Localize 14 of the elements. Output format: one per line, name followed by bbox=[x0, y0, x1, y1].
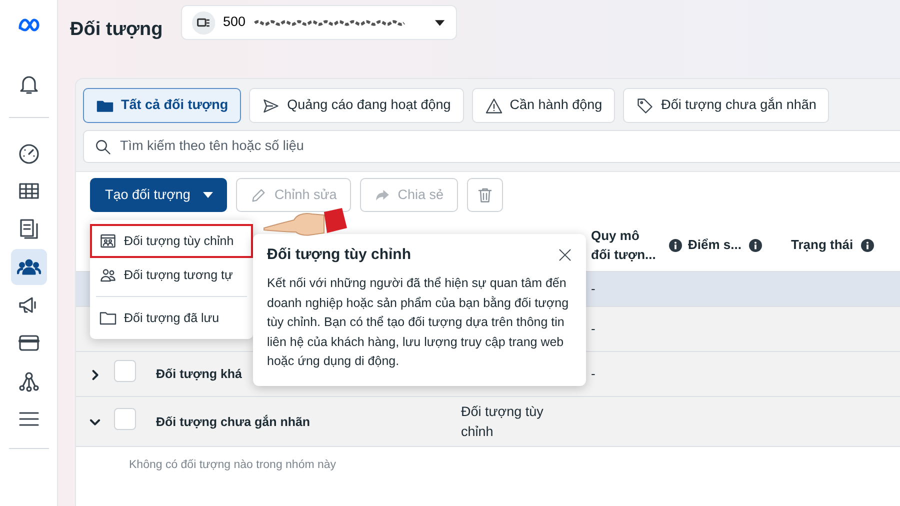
audience-size: - bbox=[591, 321, 596, 336]
audience-name: Đối tượng chưa gắn nhãn bbox=[156, 414, 310, 429]
page-title: Đối tượng bbox=[70, 18, 163, 42]
column-header: Quy mô đối tượn... bbox=[591, 226, 657, 264]
column-header: Điểm s... bbox=[688, 236, 742, 254]
audience-name: Đối tượng khá bbox=[156, 367, 242, 382]
column-header: Trạng thái bbox=[791, 236, 854, 254]
audience-size: - bbox=[591, 281, 596, 296]
popover-text: Kết nối với những người đã thể hiện sự quan tâm đến doanh nghiệp hoặc sản phẩm của bạn bằng đối tượng tùy chỉnh. Bạn có thể tạo đối tượng dựa trên thông tin liên hệ của khách hàng, lưu lượng truy cập trang web hoặc ứng dụng di động. bbox=[267, 275, 570, 370]
audience-type: Đối tượng tùy chỉnh bbox=[461, 402, 544, 440]
account-id: 500 bbox=[222, 13, 246, 32]
audience-size: - bbox=[591, 366, 596, 382]
popover-title: Đối tượng tùy chỉnh bbox=[267, 246, 412, 264]
empty-group-note: Không có đối tượng nào trong nhóm này bbox=[76, 446, 900, 474]
